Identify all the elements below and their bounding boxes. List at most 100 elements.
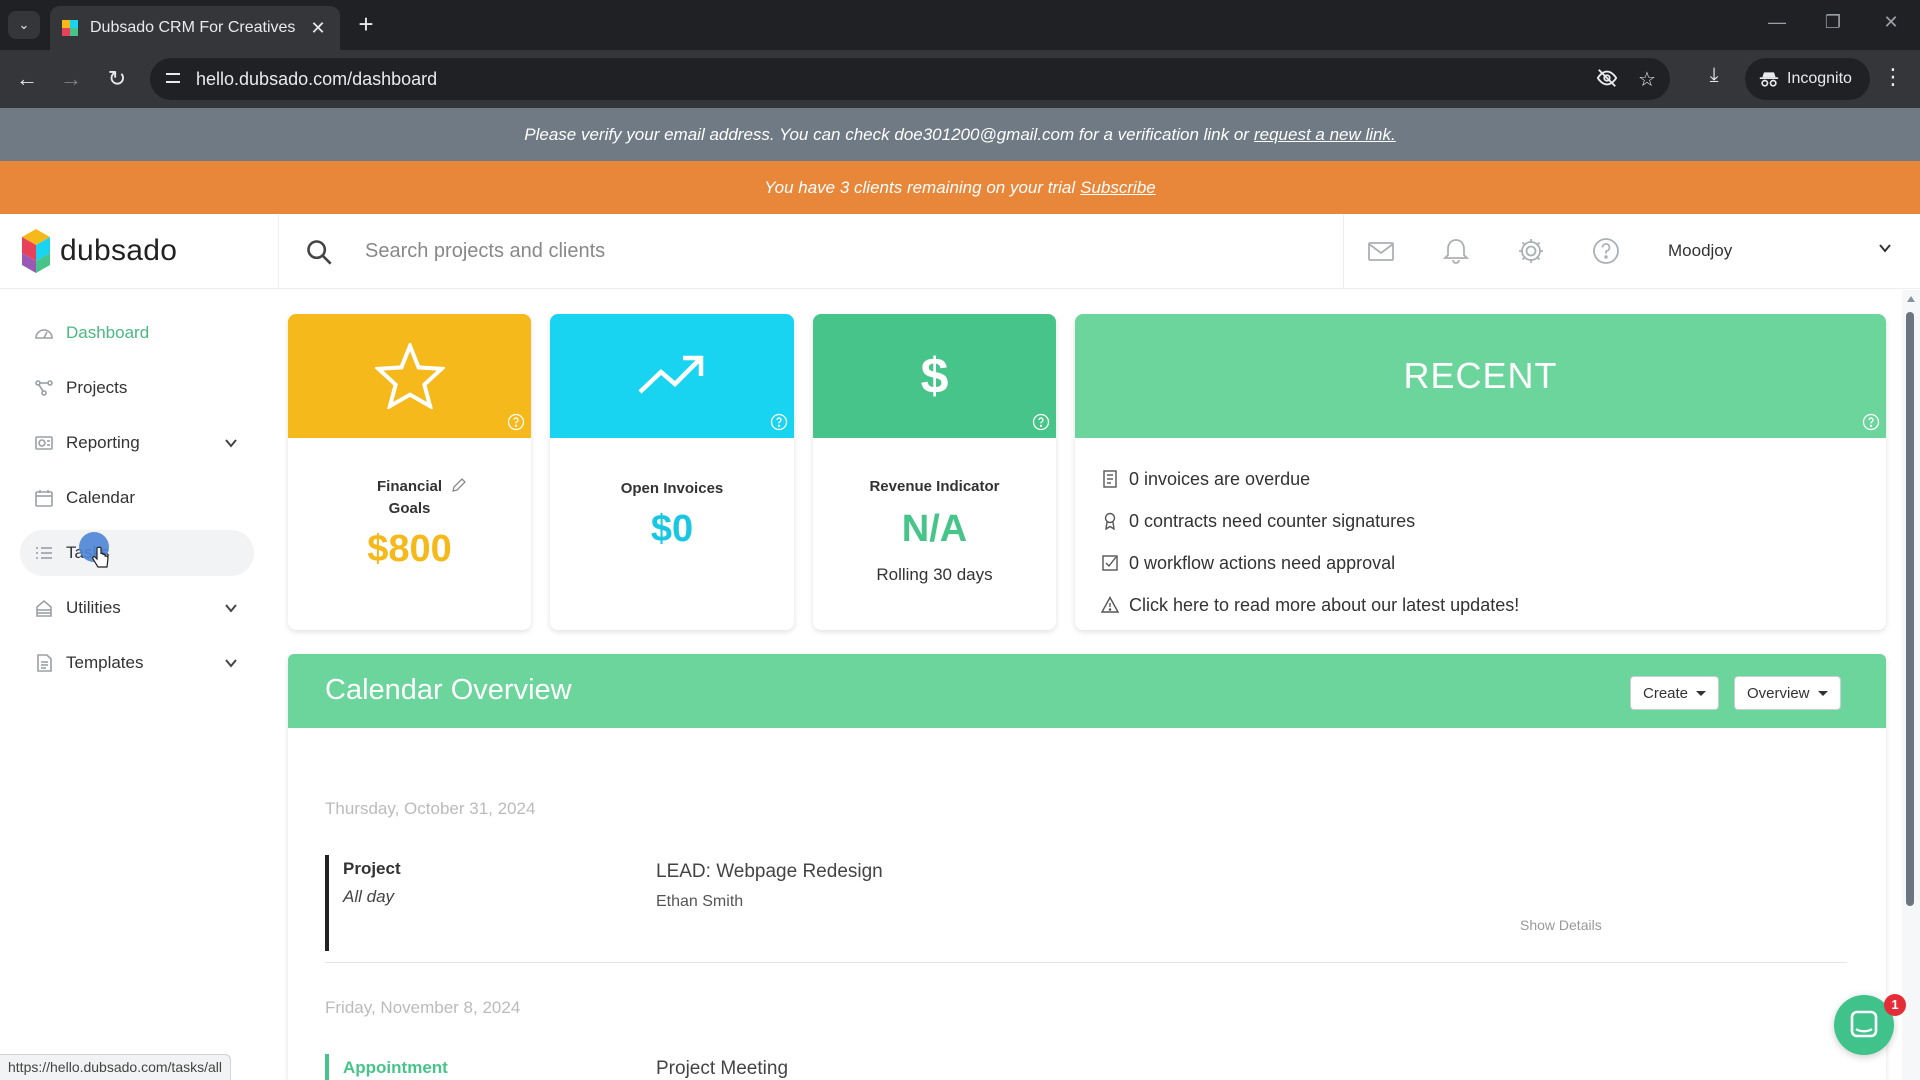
chevron-down-icon[interactable] [224,601,238,615]
reporting-icon [35,436,53,450]
notification-bell-icon[interactable] [1441,236,1471,266]
site-info-icon[interactable] [164,69,184,89]
help-icon[interactable] [1862,413,1880,431]
sidebar: Dashboard Projects Reporting Calendar Ta… [0,290,270,1080]
projects-icon [35,380,53,396]
financial-goals-value: $800 [367,528,452,570]
search-input[interactable] [365,230,1265,272]
edit-pencil-icon[interactable] [451,477,467,493]
recent-row-contracts[interactable]: 0 contracts need counter signatures [1101,500,1886,542]
overview-label: Overview [1747,684,1810,702]
user-menu-name[interactable]: Moodjoy [1668,241,1732,261]
financial-goals-label-2: Goals [388,500,431,517]
trial-banner: You have 3 clients remaining on your tri… [0,161,1920,214]
revenue-indicator-card[interactable]: $ Revenue Indicator N/A Rolling 30 days [813,314,1056,630]
create-dropdown-button[interactable]: Create [1630,676,1720,710]
event-client[interactable]: Ethan Smith [656,893,743,911]
page-scrollbar[interactable] [1902,290,1920,1080]
browser-tab-strip: ⌄ Dubsado CRM For Creatives ✕ + — ❐ ✕ [0,0,1920,50]
sidebar-item-templates[interactable]: Templates [20,640,254,686]
dubsado-logo[interactable]: dubsado [22,229,177,273]
browser-toolbar: ← → ↻ hello.dubsado.com/dashboard ☆ ⤓ In… [0,50,1920,108]
mail-icon[interactable] [1366,236,1396,266]
trial-text: You have 3 clients remaining on your tri… [764,177,1076,197]
sidebar-item-label: Utilities [66,598,121,617]
incognito-badge[interactable]: Incognito [1745,58,1870,100]
minimize-icon[interactable]: — [1762,12,1792,33]
sidebar-item-utilities[interactable]: Utilities [20,585,254,631]
hand-cursor-icon [92,546,109,568]
recent-card: RECENT 0 invoices are overdue 0 contract… [1075,314,1886,630]
recent-row-workflow[interactable]: 0 workflow actions need approval [1101,542,1886,584]
tab-search-button[interactable]: ⌄ [8,11,40,39]
app-header: dubsado Moodjoy [0,214,1920,289]
revenue-indicator-subtitle: Rolling 30 days [876,565,993,584]
url-text[interactable]: hello.dubsado.com/dashboard [196,69,437,90]
verify-text: Please verify your email address. You ca… [524,124,1249,144]
revenue-indicator-header: $ [813,314,1056,438]
sidebar-item-calendar[interactable]: Calendar [20,475,254,521]
settings-gear-icon[interactable] [1516,236,1546,266]
scrollbar-thumb[interactable] [1906,312,1914,906]
recent-row-updates[interactable]: Click here to read more about our latest… [1101,584,1886,626]
recent-row-text: Click here to read more about our latest… [1129,594,1520,615]
event-title[interactable]: LEAD: Webpage Redesign [656,861,883,883]
recent-list: 0 invoices are overdue 0 contracts need … [1075,438,1886,626]
chevron-down-icon[interactable] [1876,239,1894,257]
subscribe-link[interactable]: Subscribe [1080,178,1156,198]
window-close-icon[interactable]: ✕ [1876,12,1906,33]
open-invoices-value: $0 [650,508,694,550]
sidebar-item-label: Dashboard [66,323,150,342]
download-icon[interactable]: ⤓ [1700,64,1728,87]
tab-close-icon[interactable]: ✕ [308,18,328,39]
incognito-label: Incognito [1787,70,1852,87]
search-icon[interactable] [305,238,333,266]
dollar-icon: $ [920,348,949,404]
reload-icon[interactable]: ↻ [102,64,132,94]
open-invoices-card[interactable]: Open Invoices $0 [550,314,794,630]
address-bar[interactable]: hello.dubsado.com/dashboard ☆ [150,58,1670,100]
sidebar-item-label: Calendar [66,488,135,507]
calendar-event[interactable]: Project All day LEAD: Webpage Redesign E… [325,855,1847,955]
financial-goals-card[interactable]: Financial Goals $800 [288,314,531,630]
forward-icon[interactable]: → [56,64,86,94]
chevron-down-icon[interactable] [224,436,238,450]
overview-dropdown-button[interactable]: Overview [1734,676,1841,710]
sidebar-item-label: Reporting [66,433,140,452]
browser-tab[interactable]: Dubsado CRM For Creatives ✕ [50,6,340,50]
recent-row-invoices[interactable]: 0 invoices are overdue [1101,458,1886,500]
help-icon[interactable] [507,413,525,431]
event-type: Project [343,859,401,878]
event-date: Thursday, October 31, 2024 [325,799,536,818]
request-new-link[interactable]: request a new link. [1254,125,1396,145]
dubsado-logo-icon [22,229,50,273]
help-icon[interactable] [770,413,788,431]
restore-icon[interactable]: ❐ [1818,12,1848,33]
recent-row-text: 0 contracts need counter signatures [1129,510,1416,531]
new-tab-button[interactable]: + [352,11,380,37]
calendar-event[interactable]: Appointment Project Meeting [325,1054,1847,1080]
scroll-up-icon[interactable] [1907,296,1915,302]
help-icon[interactable] [1591,236,1621,266]
back-icon[interactable]: ← [12,64,42,94]
show-details-link[interactable]: Show Details [1520,917,1602,933]
invoice-icon [1103,470,1117,488]
tracking-protection-icon[interactable] [1594,67,1620,95]
bookmark-star-icon[interactable]: ☆ [1634,67,1660,92]
chevron-down-icon[interactable] [224,656,238,670]
sidebar-item-reporting[interactable]: Reporting [20,420,254,466]
sidebar-item-label: Projects [66,378,128,397]
financial-goals-label-1: Financial [376,478,443,495]
calendar-icon [35,490,53,507]
event-time: All day [343,887,395,906]
event-title[interactable]: Project Meeting [656,1058,788,1080]
sidebar-item-tasks[interactable]: Tasks [20,530,254,576]
sidebar-item-dashboard[interactable]: Dashboard [20,310,254,356]
help-icon[interactable] [1032,413,1050,431]
event-type: Appointment [343,1058,448,1077]
browser-menu-icon[interactable]: ⋮ [1880,64,1906,90]
warning-icon [1101,596,1119,613]
tab-title: Dubsado CRM For Creatives [90,19,296,36]
recent-row-text: 0 invoices are overdue [1129,468,1311,489]
sidebar-item-projects[interactable]: Projects [20,365,254,411]
